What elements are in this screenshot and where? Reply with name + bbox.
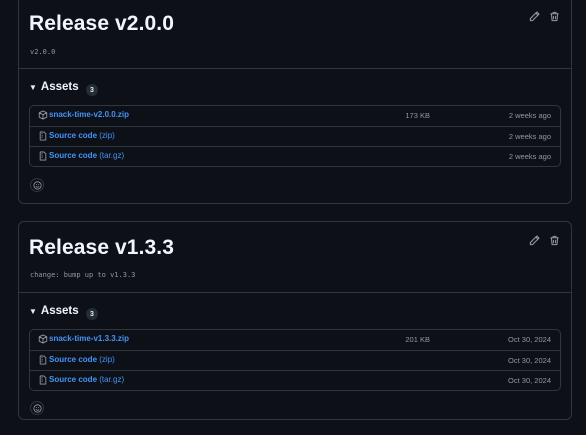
asset-date: Oct 30, 2024 xyxy=(508,356,551,365)
asset-date: Oct 30, 2024 xyxy=(508,376,551,385)
file-zip-icon xyxy=(38,151,48,161)
asset-suffix: (tar.gz) xyxy=(99,375,125,384)
asset-link[interactable]: Source code (zip) xyxy=(49,131,115,140)
asset-row: Source code (zip) 2 weeks ago xyxy=(30,126,560,146)
asset-row: Source code (tar.gz) Oct 30, 2024 xyxy=(30,370,560,390)
release-description: change: bump up to v1.3.3 xyxy=(30,271,136,279)
asset-link[interactable]: snack-time-v2.0.0.zip xyxy=(49,110,129,119)
asset-link[interactable]: snack-time-v1.3.3.zip xyxy=(49,334,129,343)
assets-count-badge: 3 xyxy=(86,308,98,320)
asset-row: snack-time-v2.0.0.zip 173 KB 2 weeks ago xyxy=(30,106,560,126)
assets-toggle[interactable]: ▼ Assets xyxy=(29,305,79,317)
file-zip-icon xyxy=(38,375,48,385)
trash-icon[interactable] xyxy=(547,9,561,23)
release-header: Release v2.0.0 v2.0.0 xyxy=(19,0,571,68)
triangle-down-icon: ▼ xyxy=(29,306,37,316)
releases-page: Release v2.0.0 v2.0.0 ▼ Assets 3 snack-t… xyxy=(0,0,586,435)
triangle-down-icon: ▼ xyxy=(29,82,37,92)
asset-name: Source code xyxy=(49,131,98,140)
asset-name: snack-time-v2.0.0.zip xyxy=(49,110,130,119)
asset-row: snack-time-v1.3.3.zip 201 KB Oct 30, 202… xyxy=(30,330,560,350)
file-zip-icon xyxy=(38,355,48,365)
asset-date: Oct 30, 2024 xyxy=(508,335,551,344)
asset-name: snack-time-v1.3.3.zip xyxy=(49,334,130,343)
release-header: Release v1.3.3 change: bump up to v1.3.3 xyxy=(19,222,571,292)
release-card: Release v1.3.3 change: bump up to v1.3.3… xyxy=(18,221,572,420)
file-zip-icon xyxy=(38,131,48,141)
asset-row: Source code (zip) Oct 30, 2024 xyxy=(30,350,560,370)
assets-list: snack-time-v2.0.0.zip 173 KB 2 weeks ago… xyxy=(29,105,561,167)
asset-suffix: (tar.gz) xyxy=(99,151,125,160)
assets-count-badge: 3 xyxy=(86,84,98,96)
smiley-icon[interactable] xyxy=(30,401,44,415)
asset-suffix: (zip) xyxy=(99,355,115,364)
asset-link[interactable]: Source code (tar.gz) xyxy=(49,151,124,160)
release-card: Release v2.0.0 v2.0.0 ▼ Assets 3 snack-t… xyxy=(18,0,572,204)
assets-list: snack-time-v1.3.3.zip 201 KB Oct 30, 202… xyxy=(29,329,561,391)
asset-row: Source code (tar.gz) 2 weeks ago xyxy=(30,146,560,166)
release-description: v2.0.0 xyxy=(30,48,56,56)
assets-header: ▼ Assets 3 xyxy=(19,69,571,105)
asset-suffix: (zip) xyxy=(99,131,115,140)
smiley-icon[interactable] xyxy=(30,178,44,192)
asset-name: Source code xyxy=(49,151,98,160)
assets-toggle[interactable]: ▼ Assets xyxy=(29,81,79,93)
pencil-icon[interactable] xyxy=(527,9,541,23)
assets-label: Assets xyxy=(40,305,79,317)
trash-icon[interactable] xyxy=(547,233,561,247)
asset-name: Source code xyxy=(49,355,98,364)
asset-date: 2 weeks ago xyxy=(508,111,551,120)
asset-size: 173 KB xyxy=(405,111,430,120)
asset-link[interactable]: Source code (zip) xyxy=(49,355,115,364)
assets-label: Assets xyxy=(40,81,79,93)
package-icon xyxy=(38,110,48,120)
release-title[interactable]: Release v2.0.0 xyxy=(29,12,174,36)
assets-header: ▼ Assets 3 xyxy=(19,293,571,329)
asset-link[interactable]: Source code (tar.gz) xyxy=(49,375,124,384)
asset-date: 2 weeks ago xyxy=(508,132,551,141)
asset-size: 201 KB xyxy=(405,335,430,344)
pencil-icon[interactable] xyxy=(527,233,541,247)
release-title[interactable]: Release v1.3.3 xyxy=(29,236,174,260)
asset-name: Source code xyxy=(49,375,98,384)
package-icon xyxy=(38,334,48,344)
asset-date: 2 weeks ago xyxy=(508,152,551,161)
